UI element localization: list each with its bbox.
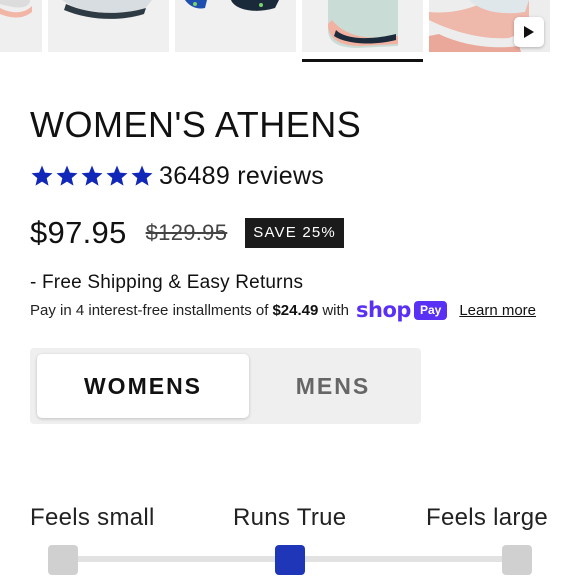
star-icon — [56, 165, 78, 186]
fit-stop-small[interactable] — [48, 545, 78, 575]
shop-pay-logo: shop — [356, 298, 411, 322]
star-icon — [131, 165, 153, 186]
product-title: WOMEN'S ATHENS — [30, 104, 362, 145]
shop-pay-installments: Pay in 4 interest-free installments of $… — [30, 298, 536, 322]
selected-thumbnail-indicator — [302, 59, 423, 62]
price-row: $97.95 $129.95 SAVE 25% — [30, 214, 344, 252]
sale-price: $97.95 — [30, 215, 127, 250]
shoe-image — [175, 0, 296, 52]
thumbnail-1[interactable] — [0, 0, 42, 52]
learn-more-link[interactable]: Learn more — [459, 302, 536, 319]
shipping-info: - Free Shipping & Easy Returns — [30, 272, 304, 293]
fit-label-small: Feels small — [30, 504, 155, 531]
fit-label-true: Runs True — [233, 504, 347, 531]
shoe-image — [302, 0, 423, 52]
fit-label-large: Feels large — [426, 504, 549, 531]
play-button[interactable] — [514, 17, 544, 47]
thumbnail-5[interactable] — [429, 0, 550, 52]
fit-stop-large[interactable] — [502, 545, 532, 575]
thumbnail-3[interactable] — [175, 0, 296, 52]
installments-text: Pay in 4 interest-free installments of — [30, 301, 269, 319]
gender-toggle: WOMENS MENS — [30, 348, 421, 424]
star-icon — [106, 165, 128, 186]
review-count[interactable]: 36489 reviews — [159, 162, 324, 191]
star-icon — [31, 165, 53, 186]
installments-with-text: with — [322, 301, 350, 319]
shoe-image — [48, 0, 169, 52]
rating-row[interactable]: 36489 reviews — [30, 160, 324, 192]
play-icon — [524, 26, 534, 38]
fit-labels: Feels small Runs True Feels large — [0, 504, 580, 534]
compare-at-price: $129.95 — [145, 220, 228, 245]
fit-stop-true-selected[interactable] — [275, 545, 305, 575]
shop-pay-badge: Pay — [413, 300, 448, 320]
thumbnail-2[interactable] — [48, 0, 169, 52]
gender-option-womens[interactable]: WOMENS — [37, 354, 249, 418]
thumbnail-4[interactable] — [302, 0, 423, 52]
installment-amount: $24.49 — [272, 301, 319, 319]
star-icon — [81, 165, 103, 186]
gender-option-mens[interactable]: MENS — [252, 354, 414, 418]
star-rating — [30, 164, 154, 188]
shoe-image — [0, 0, 42, 52]
thumbnail-strip — [0, 0, 580, 62]
save-badge: SAVE 25% — [245, 218, 344, 248]
